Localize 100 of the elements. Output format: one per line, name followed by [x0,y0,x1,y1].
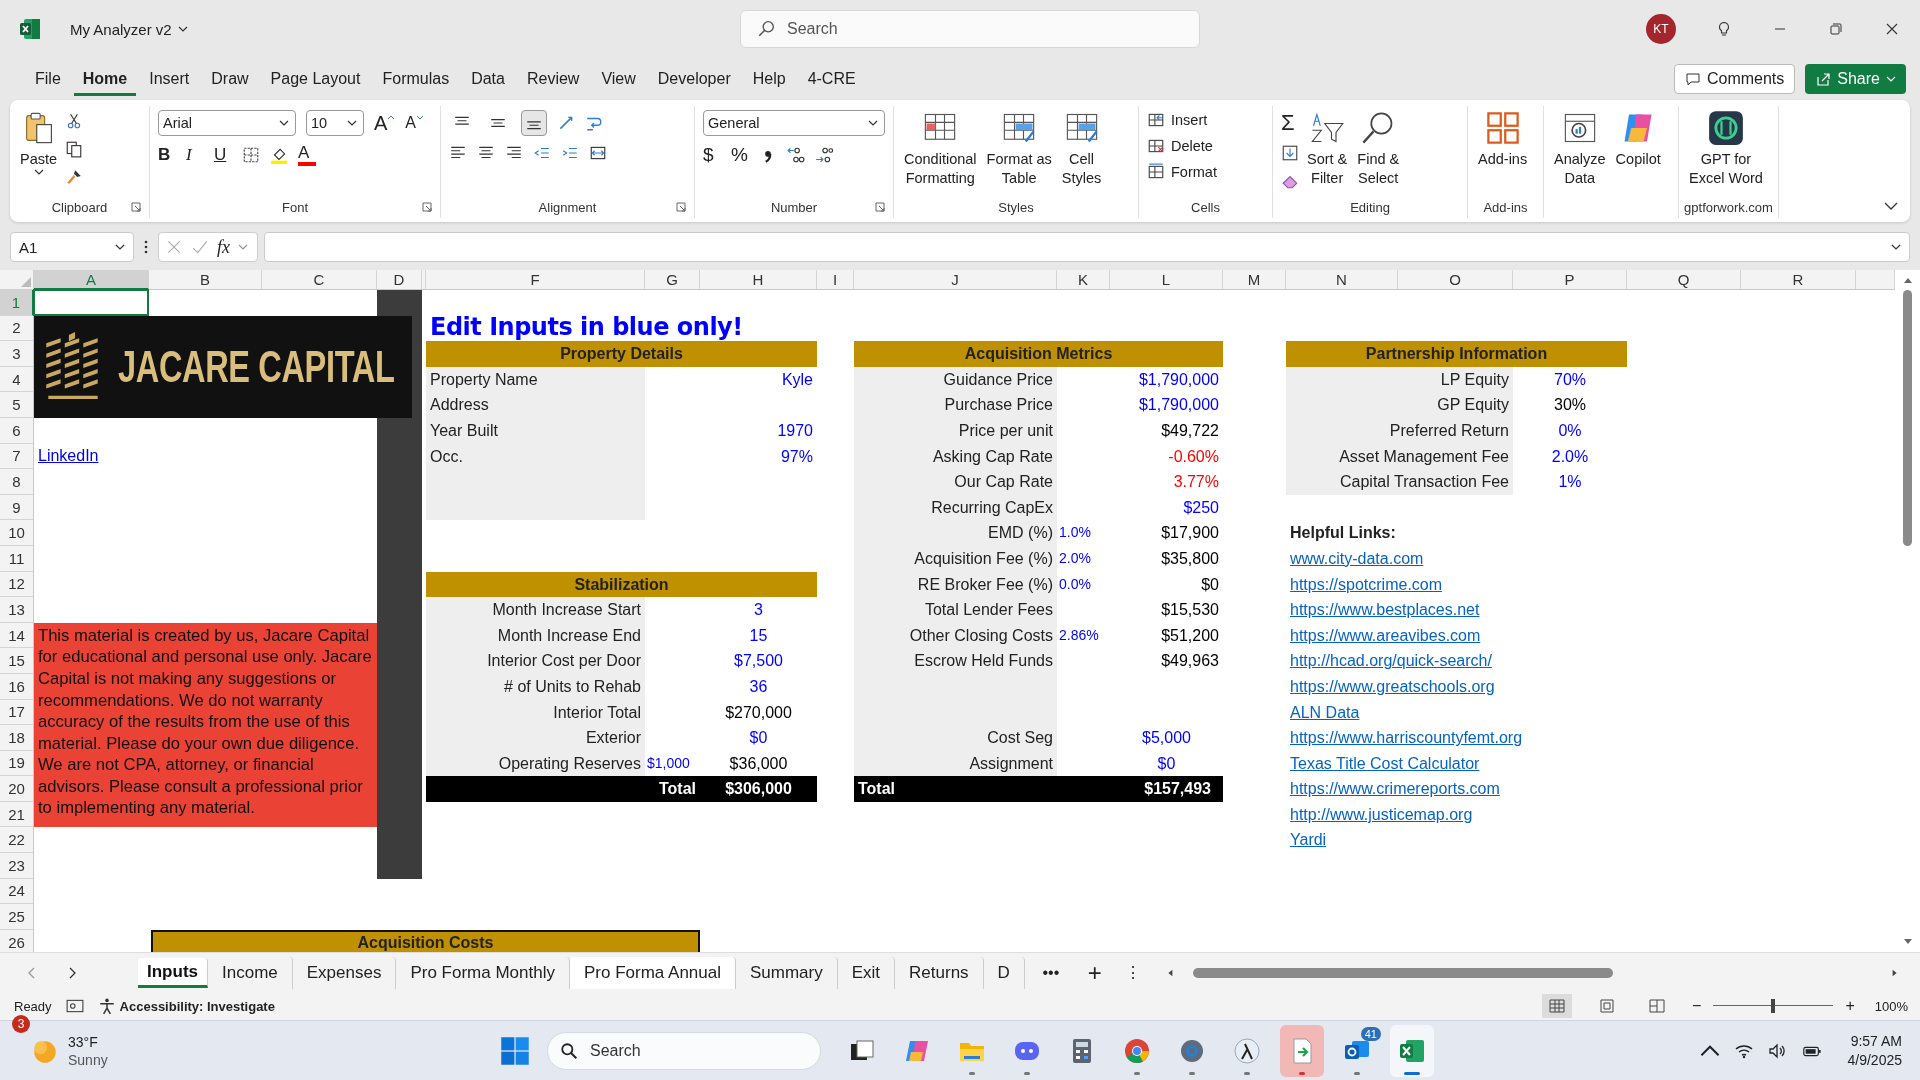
input-cell[interactable]: 97% [645,443,817,470]
column-header[interactable]: Q [1627,270,1741,290]
row-header[interactable]: 20 [0,776,34,802]
row-header[interactable]: 18 [0,725,34,751]
column-header[interactable]: I [817,270,854,290]
scrollbar-thumb[interactable] [1903,290,1912,546]
row-header[interactable]: 23 [0,853,34,879]
row-header[interactable]: 17 [0,699,34,726]
input-cell[interactable]: 0.0% [1057,571,1110,598]
column-header[interactable]: L [1110,270,1223,290]
restore-icon[interactable] [1828,21,1844,37]
accessibility-status[interactable]: Accessibility: Investigate [119,998,275,1014]
row-header[interactable]: 3 [0,341,34,367]
input-cell[interactable]: 2.0% [1057,545,1110,572]
share-button[interactable]: Share [1805,64,1906,94]
column-header[interactable]: C [262,270,377,290]
taskbar-button[interactable]: 41 [1335,1024,1379,1077]
percent-button[interactable]: % [731,144,749,166]
hyperlink[interactable]: Yardi [1290,831,1327,849]
accessibility-icon[interactable] [97,997,116,1015]
dialog-launcher-icon[interactable] [676,202,686,212]
file-name-button[interactable]: My Analyzer v2 [70,20,188,38]
row-header[interactable]: 10 [0,520,34,546]
ai-button[interactable]: Copilot [1613,110,1663,169]
row-header[interactable]: 6 [0,417,34,444]
scrollbar-thumb[interactable] [1192,967,1613,978]
column-header[interactable]: O [1398,270,1513,290]
ribbon-tab[interactable]: Home [73,62,137,96]
ribbon-tab[interactable]: Review [517,62,589,96]
scroll-up-icon[interactable] [1902,276,1913,284]
row-header[interactable]: 14 [0,622,34,649]
ribbon-tab[interactable]: 4-CRE [798,62,865,96]
column-header[interactable]: H [700,270,817,290]
sheet-tab[interactable]: Summary [736,956,838,989]
insert-function-button[interactable]: fx [217,236,230,258]
font-color-button[interactable]: A [298,144,316,166]
input-cell[interactable]: $1,000 [645,750,700,777]
ribbon-tab[interactable]: Developer [648,62,740,96]
row-header[interactable]: 8 [0,469,34,495]
sheet-tab[interactable]: Inputs [138,957,208,988]
column-header[interactable]: P [1513,270,1627,290]
row-header[interactable]: 16 [0,673,34,700]
row-header[interactable]: 19 [0,750,34,777]
caret-icon[interactable] [238,244,248,250]
speaker-icon[interactable] [1767,1042,1788,1059]
font-name-dropdown[interactable]: Arial [158,110,296,136]
hyperlink[interactable]: www.city-data.com [1290,549,1424,567]
sheet-tab[interactable]: Income [208,956,293,989]
row-header[interactable]: 5 [0,392,34,418]
ribbon-tab[interactable]: File [26,62,70,96]
column-header[interactable]: J [854,270,1057,290]
increase-decimal-icon[interactable] [787,146,805,164]
more-options-icon[interactable] [144,239,148,255]
row-header[interactable]: 13 [0,597,34,623]
column-header[interactable]: K [1057,270,1110,290]
ribbon-tab[interactable]: Help [743,62,795,96]
hyperlink[interactable]: ALN Data [1290,703,1360,721]
previous-sheet-icon[interactable] [28,966,36,979]
wifi-icon[interactable] [1733,1042,1754,1059]
column-header[interactable]: A [34,270,149,290]
sheet-tab[interactable]: Exit [837,956,896,989]
add-ins-button[interactable]: Add-ins [1476,110,1530,169]
input-cell[interactable]: Kyle [645,366,817,393]
editing-button[interactable]: Sort & Filter [1305,110,1350,188]
scroll-down-icon[interactable] [1902,938,1913,946]
sheet-tab[interactable]: Pro Forma Monthly [396,956,570,989]
text-style-button[interactable]: B [158,144,176,166]
add-sheet-button[interactable]: + [1082,958,1107,987]
ribbon-tab[interactable]: Data [462,62,514,96]
row-header[interactable]: 1 [0,290,34,316]
decrease-decimal-icon[interactable] [815,146,833,164]
expand-caret-icon[interactable] [1891,244,1901,250]
fill-down-icon[interactable] [1281,144,1299,162]
hyperlink[interactable]: http://hcad.org/quick-search/ [1290,652,1492,670]
zoom-level[interactable]: 100% [1874,998,1908,1014]
ribbon-tab[interactable]: Formulas [373,62,459,96]
taskbar-search-bar[interactable]: Search [547,1031,821,1070]
column-header[interactable]: M [1223,270,1286,290]
copy-icon[interactable] [65,140,84,158]
style-button[interactable]: Conditional Formatting [902,110,979,188]
start-icon[interactable] [500,1035,530,1066]
row-header[interactable]: 24 [0,878,34,905]
currency-button[interactable]: $ [703,144,721,166]
selected-cell[interactable] [33,289,149,316]
sheet-tab[interactable]: Pro Forma Annual [569,956,736,989]
editing-button[interactable]: Find & Select [1355,110,1402,188]
row-header[interactable]: 15 [0,648,34,674]
merge-center-icon[interactable] [589,144,607,162]
column-header[interactable]: G [645,270,700,290]
orientation-icon[interactable] [557,114,575,132]
ai-button[interactable]: Analyze Data [1552,110,1608,188]
row-header[interactable]: 9 [0,494,34,521]
next-sheet-icon[interactable] [68,966,76,979]
search-bar[interactable]: Search [740,10,1200,48]
cells-button[interactable]: Format [1147,162,1264,182]
number-format-dropdown[interactable]: General [703,110,885,136]
cells-button[interactable]: Insert [1147,110,1264,130]
dialog-launcher-icon[interactable] [131,202,141,212]
style-button[interactable]: Cell Styles [1059,110,1104,188]
grow-font-button[interactable]: A [374,112,396,134]
